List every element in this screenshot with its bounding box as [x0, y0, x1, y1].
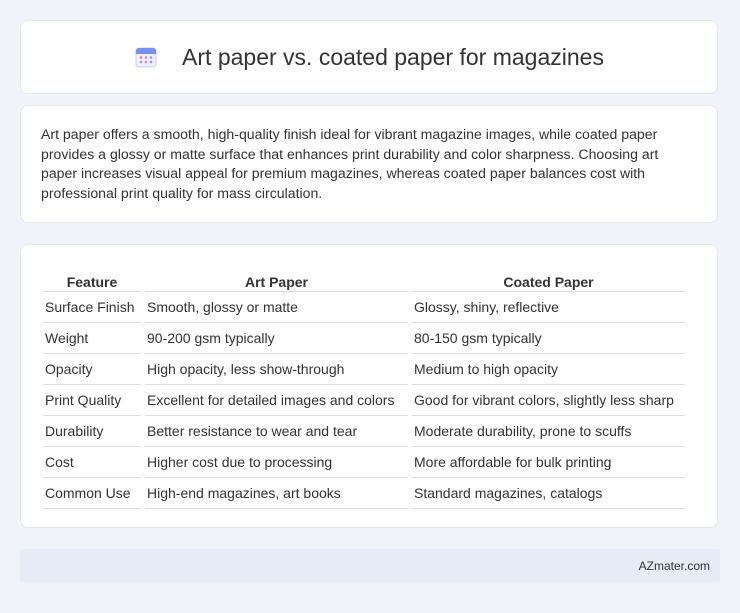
table-row: Cost Higher cost due to processing More …: [43, 447, 685, 478]
table-row: Opacity High opacity, less show-through …: [43, 354, 685, 385]
description-text: Art paper offers a smooth, high-quality …: [41, 126, 659, 201]
feature-cell: Common Use: [43, 478, 141, 509]
feature-cell: Durability: [43, 416, 141, 447]
feature-cell: Cost: [43, 447, 141, 478]
column-header-art-paper: Art Paper: [145, 265, 408, 292]
art-paper-cell: Better resistance to wear and tear: [145, 416, 408, 447]
coated-paper-cell: Glossy, shiny, reflective: [412, 292, 685, 323]
column-header-feature: Feature: [43, 265, 141, 292]
title-card: Art paper vs. coated paper for magazines: [20, 20, 718, 94]
coated-paper-cell: More affordable for bulk printing: [412, 447, 685, 478]
footer-brand: AZmater.com: [638, 558, 710, 573]
table-row: Weight 90-200 gsm typically 80-150 gsm t…: [43, 323, 685, 354]
coated-paper-cell: Medium to high opacity: [412, 354, 685, 385]
coated-paper-cell: Good for vibrant colors, slightly less s…: [412, 385, 685, 416]
feature-cell: Opacity: [43, 354, 141, 385]
description-card: Art paper offers a smooth, high-quality …: [20, 105, 718, 223]
coated-paper-cell: Moderate durability, prone to scuffs: [412, 416, 685, 447]
art-paper-cell: 90-200 gsm typically: [145, 323, 408, 354]
coated-paper-cell: 80-150 gsm typically: [412, 323, 685, 354]
page-title: Art paper vs. coated paper for magazines: [182, 43, 604, 70]
calendar-icon: [134, 45, 158, 69]
art-paper-cell: Smooth, glossy or matte: [145, 292, 408, 323]
art-paper-cell: Higher cost due to processing: [145, 447, 408, 478]
comparison-table-card: Feature Art Paper Coated Paper Surface F…: [20, 244, 718, 528]
table-header-row: Feature Art Paper Coated Paper: [43, 265, 685, 292]
feature-cell: Surface Finish: [43, 292, 141, 323]
art-paper-cell: High opacity, less show-through: [145, 354, 408, 385]
table-row: Common Use High-end magazines, art books…: [43, 478, 685, 509]
feature-cell: Print Quality: [43, 385, 141, 416]
table-row: Durability Better resistance to wear and…: [43, 416, 685, 447]
comparison-table: Feature Art Paper Coated Paper Surface F…: [39, 265, 689, 509]
art-paper-cell: Excellent for detailed images and colors: [145, 385, 408, 416]
coated-paper-cell: Standard magazines, catalogs: [412, 478, 685, 509]
table-row: Print Quality Excellent for detailed ima…: [43, 385, 685, 416]
art-paper-cell: High-end magazines, art books: [145, 478, 408, 509]
column-header-coated-paper: Coated Paper: [412, 265, 685, 292]
feature-cell: Weight: [43, 323, 141, 354]
table-row: Surface Finish Smooth, glossy or matte G…: [43, 292, 685, 323]
footer-bar: AZmater.com: [20, 549, 720, 582]
